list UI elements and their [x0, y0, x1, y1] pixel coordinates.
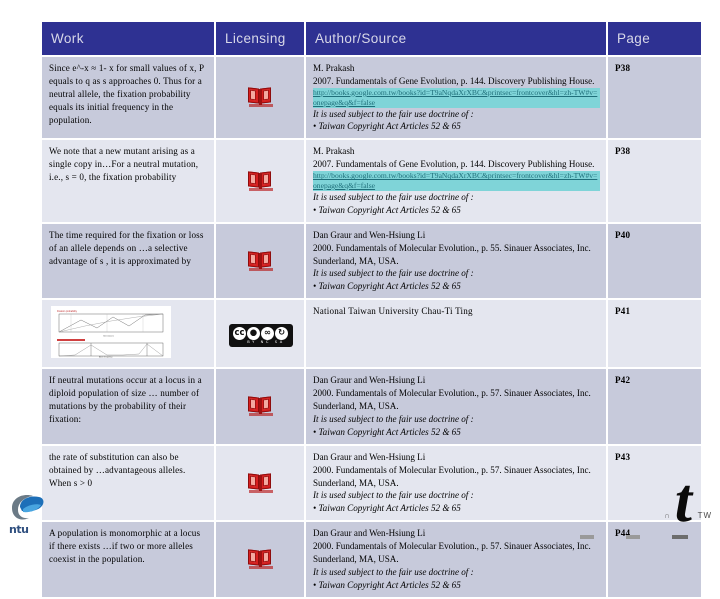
chart-thumbnail: Fixation probability Generations Allele … — [51, 306, 171, 359]
fairuse-lead: It is used subject to the fair use doctr… — [313, 567, 474, 577]
copyright-attribution-table: Work Licensing Author/Source Page Since … — [40, 20, 703, 599]
work-description: A population is monomorphic at a locus i… — [42, 522, 214, 597]
author-source-cell: Dan Graur and Wen-Hsiung Li 2000. Fundam… — [306, 522, 606, 597]
fairuse-lead: It is used subject to the fair use doctr… — [313, 108, 474, 119]
cc-sa-icon: ↻ — [275, 327, 288, 341]
author-citation: 2000. Fundamentals of Molecular Evolutio… — [313, 388, 591, 399]
author-source-cell: Dan Graur and Wen-Hsiung Li 2000. Fundam… — [306, 223, 606, 299]
author-publisher: Sunderland, MA, USA. — [313, 401, 399, 412]
author-publisher: Sunderland, MA, USA. — [313, 554, 399, 565]
fairuse-item: • Taiwan Copyright Act Articles 52 & 65 — [313, 121, 461, 132]
source-url-link[interactable]: http://books.google.com.tw/books?id=T9aN… — [313, 87, 600, 108]
licensing-cell — [216, 522, 304, 597]
licensing-cell: cc ● ∞ ↻ BY NC SA — [216, 300, 304, 368]
author-source-cell: M. Prakash 2007. Fundamentals of Gene Ev… — [306, 57, 606, 139]
author-publisher: Sunderland, MA, USA. — [313, 477, 399, 488]
licensing-cell — [216, 445, 304, 521]
author-name: M. Prakash — [313, 146, 355, 157]
corner-bar — [574, 533, 720, 540]
fairuse-lead: It is used subject to the fair use doctr… — [313, 268, 474, 279]
fairuse-lead: It is used subject to the fair use doctr… — [313, 490, 474, 501]
page-reference: P43 — [608, 445, 701, 521]
author-citation: 2007. Fundamentals of Gene Evolution, p.… — [313, 75, 595, 86]
work-description: Since e^-x ≈ 1- x for small values of x,… — [42, 57, 214, 139]
author-citation: 2000. Fundamentals of Molecular Evolutio… — [313, 242, 591, 253]
author-name: Dan Graur and Wen-Hsiung Li — [313, 528, 426, 539]
page-reference: P41 — [608, 300, 701, 368]
ntu-logo-glyph — [12, 495, 44, 520]
cc-by-icon: ● — [247, 327, 260, 341]
fairuse-item: • Taiwan Copyright Act Articles 52 & 65 — [313, 503, 461, 514]
fairuse-lead: It is used subject to the fair use doctr… — [313, 191, 474, 202]
book-icon — [247, 250, 274, 271]
author-citation: 2000. Fundamentals of Molecular Evolutio… — [313, 464, 591, 475]
page-reference: P38 — [608, 140, 701, 222]
author-name: M. Prakash — [313, 63, 355, 73]
author-source-cell: Dan Graur and Wen-Hsiung Li 2000. Fundam… — [306, 445, 606, 521]
licensing-cell — [216, 140, 304, 222]
author-name: Dan Graur and Wen-Hsiung Li — [313, 229, 426, 240]
cc-icon: cc — [233, 327, 246, 341]
book-icon — [247, 86, 274, 108]
work-description: The time required for the fixation or lo… — [42, 223, 214, 299]
work-description: the rate of substitution can also be obt… — [42, 445, 214, 521]
licensing-cell — [216, 57, 304, 139]
table-row: We note that a new mutant arising as a s… — [42, 140, 701, 222]
fairuse-item: • Taiwan Copyright Act Articles 52 & 65 — [313, 579, 461, 590]
slide-canvas: Work Licensing Author/Source Page Since … — [0, 0, 720, 597]
fairuse-lead: It is used subject to the fair use doctr… — [313, 413, 474, 424]
licensing-cell — [216, 223, 304, 299]
cc-by-nc-sa-badge: cc ● ∞ ↻ BY NC SA — [228, 324, 293, 348]
work-thumbnail-cell: Fixation probability Generations Allele … — [42, 300, 214, 368]
column-header-author: Author/Source — [306, 22, 606, 55]
ntu-logo: ntu — [4, 492, 50, 536]
source-url-link[interactable]: http://books.google.com.tw/books?id=T9aN… — [313, 171, 600, 191]
svg-text:Generations: Generations — [103, 335, 114, 338]
cc-author-source: National Taiwan University Chau-Ti Ting — [306, 300, 606, 368]
column-header-page: Page — [608, 22, 701, 55]
column-header-licensing: Licensing — [216, 22, 304, 55]
author-citation: 2000. Fundamentals of Molecular Evolutio… — [313, 541, 591, 552]
author-name: Dan Graur and Wen-Hsiung Li — [313, 375, 426, 386]
page-reference: P40 — [608, 223, 701, 299]
cc-badge-caption: BY NC SA — [247, 340, 285, 345]
table-row: the rate of substitution can also be obt… — [42, 445, 701, 521]
svg-text:Allele frequency: Allele frequency — [99, 356, 113, 358]
book-icon — [247, 395, 274, 417]
author-source-cell: Dan Graur and Wen-Hsiung Li 2000. Fundam… — [306, 369, 606, 444]
page-reference: P38 — [608, 57, 701, 139]
table-row: The time required for the fixation or lo… — [42, 223, 701, 299]
table-row: If neutral mutations occur at a locus in… — [42, 369, 701, 444]
page-reference: P42 — [608, 369, 701, 444]
book-icon — [247, 472, 274, 493]
author-name: Dan Graur and Wen-Hsiung Li — [313, 451, 426, 462]
author-source-cell: M. Prakash 2007. Fundamentals of Gene Ev… — [306, 140, 606, 222]
licensing-cell — [216, 369, 304, 444]
ntu-logo-text: ntu — [9, 523, 29, 536]
cc-nc-icon: ∞ — [261, 327, 274, 341]
author-publisher: Sunderland, MA, USA. — [313, 255, 399, 266]
fairuse-item: • Taiwan Copyright Act Articles 52 & 65 — [313, 281, 461, 292]
fairuse-item: • Taiwan Copyright Act Articles 52 & 65 — [313, 204, 461, 215]
table-header-row: Work Licensing Author/Source Page — [42, 22, 701, 55]
book-icon — [247, 548, 274, 570]
work-description: We note that a new mutant arising as a s… — [42, 140, 214, 222]
svg-text:Fixation probability: Fixation probability — [57, 310, 78, 313]
table-row: Fixation probability Generations Allele … — [42, 300, 701, 368]
table-row: Since e^-x ≈ 1- x for small values of x,… — [42, 57, 701, 139]
fairuse-item: • Taiwan Copyright Act Articles 52 & 65 — [313, 426, 461, 437]
column-header-work: Work — [42, 22, 214, 55]
work-description: If neutral mutations occur at a locus in… — [42, 369, 214, 444]
author-citation: 2007. Fundamentals of Gene Evolution, p.… — [313, 159, 595, 170]
book-icon — [247, 170, 274, 191]
